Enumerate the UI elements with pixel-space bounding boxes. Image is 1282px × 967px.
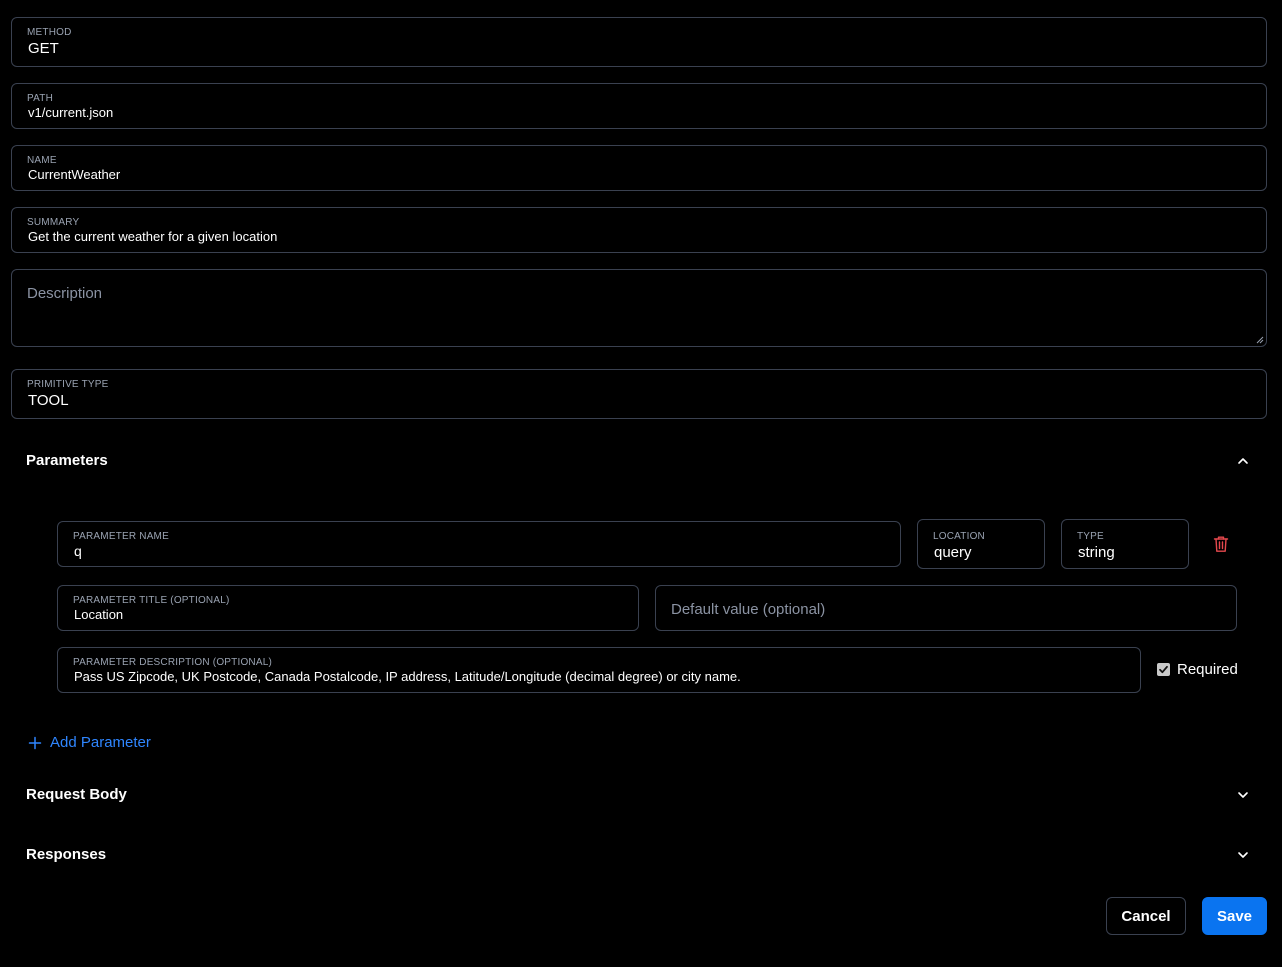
method-select[interactable]: METHOD GET: [11, 17, 1267, 67]
chevron-down-icon[interactable]: [1236, 788, 1250, 802]
trash-icon[interactable]: [1213, 535, 1229, 553]
required-checkbox[interactable]: [1157, 663, 1170, 676]
save-button[interactable]: Save: [1202, 897, 1267, 935]
parameter-name-value: q: [74, 543, 82, 559]
chevron-down-icon[interactable]: [1236, 848, 1250, 862]
path-label: PATH: [27, 93, 53, 104]
parameter-name-label: PARAMETER NAME: [73, 531, 169, 542]
parameter-location-select[interactable]: LOCATION query: [917, 519, 1045, 569]
parameter-description-input[interactable]: PARAMETER DESCRIPTION (OPTIONAL) Pass US…: [57, 647, 1141, 693]
summary-value: Get the current weather for a given loca…: [28, 229, 278, 244]
parameter-type-label: TYPE: [1077, 531, 1104, 542]
parameter-location-value: query: [934, 544, 972, 561]
default-value-input[interactable]: Default value (optional): [655, 585, 1237, 631]
parameter-description-label: PARAMETER DESCRIPTION (OPTIONAL): [73, 657, 273, 668]
request-body-section-title[interactable]: Request Body: [26, 786, 127, 803]
responses-section-title[interactable]: Responses: [26, 846, 106, 863]
path-input[interactable]: PATH v1/current.json: [11, 83, 1267, 129]
primitive-type-select[interactable]: PRIMITIVE TYPE TOOL: [11, 369, 1267, 419]
add-parameter-button[interactable]: Add Parameter: [50, 734, 151, 751]
parameter-location-label: LOCATION: [933, 531, 985, 542]
chevron-up-icon[interactable]: [1236, 454, 1250, 468]
parameters-section-title[interactable]: Parameters: [26, 452, 108, 469]
path-value: v1/current.json: [28, 105, 114, 120]
name-input[interactable]: NAME CurrentWeather: [11, 145, 1267, 191]
checkbox-checked-icon: [1159, 665, 1168, 674]
default-value-placeholder: Default value (optional): [671, 601, 826, 618]
description-textarea[interactable]: Description: [11, 269, 1267, 347]
method-label: METHOD: [27, 27, 72, 38]
plus-icon[interactable]: [28, 736, 42, 750]
parameter-description-value: Pass US Zipcode, UK Postcode, Canada Pos…: [74, 669, 741, 684]
name-label: NAME: [27, 155, 57, 166]
parameter-type-select[interactable]: TYPE string: [1061, 519, 1189, 569]
parameter-name-input[interactable]: PARAMETER NAME q: [57, 521, 901, 567]
required-label[interactable]: Required: [1177, 661, 1238, 678]
parameter-title-value: Location: [74, 607, 124, 622]
primitive-type-value: TOOL: [28, 392, 69, 409]
summary-label: SUMMARY: [27, 217, 80, 228]
method-value: GET: [28, 40, 59, 57]
parameter-title-label: PARAMETER TITLE (OPTIONAL): [73, 595, 230, 606]
edit-operation-form: METHOD GET PATH v1/current.json NAME Cur…: [0, 0, 1282, 967]
summary-input[interactable]: SUMMARY Get the current weather for a gi…: [11, 207, 1267, 253]
cancel-button[interactable]: Cancel: [1106, 897, 1186, 935]
resize-handle-icon[interactable]: [1256, 336, 1264, 344]
name-value: CurrentWeather: [28, 167, 121, 182]
parameter-title-input[interactable]: PARAMETER TITLE (OPTIONAL) Location: [57, 585, 639, 631]
parameter-type-value: string: [1078, 544, 1115, 561]
primitive-type-label: PRIMITIVE TYPE: [27, 379, 109, 390]
description-placeholder: Description: [27, 285, 103, 302]
